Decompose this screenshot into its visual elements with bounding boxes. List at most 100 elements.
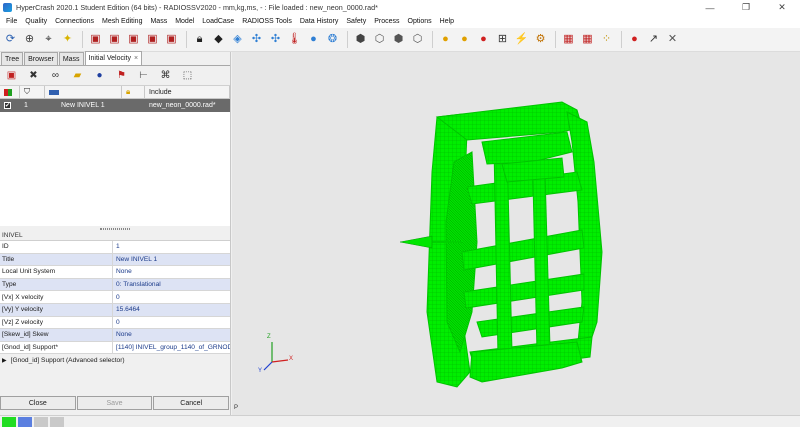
property-value[interactable]: 1: [113, 241, 230, 253]
dialog-buttons: Close Save Cancel: [0, 396, 230, 410]
menu-help[interactable]: Help: [436, 18, 458, 25]
menu-file[interactable]: File: [2, 18, 21, 25]
menu-mesh-editing[interactable]: Mesh Editing: [98, 18, 146, 25]
view-element-icon[interactable]: ▣: [125, 31, 142, 48]
fit-view-icon[interactable]: ⌖: [40, 31, 57, 48]
delete-icon[interactable]: ✖: [25, 68, 42, 84]
menu-options[interactable]: Options: [404, 18, 436, 25]
sphere-icon[interactable]: ●: [305, 31, 322, 48]
menu-model[interactable]: Model: [171, 18, 198, 25]
cube-shaded-icon[interactable]: ⬢: [352, 31, 369, 48]
tab-mass[interactable]: Mass: [58, 52, 84, 65]
left-panel: Tree Browser Mass Initial Velocity × ▣ ✖…: [0, 51, 231, 416]
binoculars-icon[interactable]: ⌘: [157, 68, 174, 84]
lightbulb-icon[interactable]: ✦: [59, 31, 76, 48]
minimize-button[interactable]: —: [692, 0, 728, 15]
dots-icon[interactable]: ⁘: [598, 31, 615, 48]
id-column-icon[interactable]: ⛉: [20, 86, 45, 98]
property-value[interactable]: 15.6464: [113, 303, 230, 316]
save-button[interactable]: Save: [76, 396, 153, 410]
title-bar: HyperCrash 2020.1 Student Edition (64 bi…: [0, 0, 800, 15]
property-value[interactable]: 0: [113, 291, 230, 303]
menu-process[interactable]: Process: [370, 18, 403, 25]
advanced-selector-row[interactable]: ▶ [Gnod_id] Support (Advanced selector): [0, 354, 230, 366]
pin-icon[interactable]: ●: [626, 31, 643, 48]
property-value[interactable]: None: [113, 266, 230, 278]
property-value[interactable]: 0: Translational: [113, 278, 230, 291]
color-column-icon[interactable]: [0, 86, 20, 98]
menu-radioss-tools[interactable]: RADIOSS Tools: [238, 18, 296, 25]
property-value[interactable]: New INIVEL 1: [113, 253, 230, 266]
menu-safety[interactable]: Safety: [342, 18, 370, 25]
graphics-viewport[interactable]: Z X Y P: [232, 52, 800, 415]
advanced-selector-label: [Gnod_id] Support (Advanced selector): [10, 356, 125, 364]
view-part-icon[interactable]: ▣: [87, 31, 104, 48]
thermometer-icon[interactable]: 🌡︎: [286, 31, 303, 48]
view-id-icon[interactable]: ▣: [163, 31, 180, 48]
title-column-icon[interactable]: [45, 86, 122, 98]
property-key: Local Unit System: [0, 266, 113, 278]
view-node-icon[interactable]: ▣: [106, 31, 123, 48]
expand-arrow-icon[interactable]: ▶: [2, 357, 7, 364]
list-item-checkbox[interactable]: ✔: [0, 99, 20, 112]
cancel-button[interactable]: Cancel: [153, 396, 230, 410]
tab-tree[interactable]: Tree: [1, 52, 24, 65]
axis-icon[interactable]: ✕: [664, 31, 681, 48]
close-button[interactable]: Close: [0, 396, 76, 410]
cycle-icon[interactable]: ❂: [324, 31, 341, 48]
zoom-icon[interactable]: ⊕: [21, 31, 38, 48]
sphere-select-icon[interactable]: ●: [91, 68, 108, 84]
grid-icon[interactable]: ⊞: [494, 31, 511, 48]
app-icon: [3, 3, 12, 12]
lock-icon[interactable]: 🔒︎: [191, 31, 208, 48]
property-key: [Skew_id] Skew: [0, 329, 113, 341]
arrow-select-icon[interactable]: ↗: [645, 31, 662, 48]
list-item[interactable]: ✔ 1 New INIVEL 1 new_neon_0000.rad*: [0, 99, 230, 112]
spotweld-icon[interactable]: ●: [437, 31, 454, 48]
status-swatch-grey[interactable]: [34, 416, 48, 427]
property-value[interactable]: 0: [113, 316, 230, 329]
spotweld-red-icon[interactable]: ●: [475, 31, 492, 48]
flag-icon[interactable]: ⚑: [113, 68, 130, 84]
include-column-header[interactable]: Include: [145, 86, 230, 98]
status-swatch-grey[interactable]: [50, 416, 64, 427]
status-swatch-green[interactable]: [2, 416, 16, 427]
cube-paint-icon[interactable]: ⬢: [390, 31, 407, 48]
menu-data-history[interactable]: Data History: [296, 18, 343, 25]
close-window-button[interactable]: ✕: [764, 0, 800, 15]
export-icon[interactable]: ⬚: [179, 68, 196, 84]
menu-loadcase[interactable]: LoadCase: [198, 18, 238, 25]
property-key: Title: [0, 253, 113, 266]
tab-initial-velocity[interactable]: Initial Velocity ×: [84, 51, 143, 65]
menu-connections[interactable]: Connections: [51, 18, 98, 25]
maximize-button[interactable]: ❐: [728, 0, 764, 15]
tab-label: Browser: [28, 55, 54, 63]
view-group-icon[interactable]: ▣: [144, 31, 161, 48]
tree-icon[interactable]: ⊢: [135, 68, 152, 84]
refresh-icon[interactable]: ⟳: [2, 31, 19, 48]
adhesive-icon[interactable]: ▦: [560, 31, 577, 48]
property-value[interactable]: None: [113, 329, 230, 341]
folder-icon[interactable]: ▰: [69, 68, 86, 84]
vehicle-mesh[interactable]: [426, 101, 603, 388]
tab-browser[interactable]: Browser: [24, 52, 58, 65]
spotweld-pair-icon[interactable]: ●: [456, 31, 473, 48]
bolt-icon[interactable]: ⚡: [513, 31, 530, 48]
close-tab-icon[interactable]: ×: [134, 55, 138, 62]
cube-wire-icon[interactable]: ⬡: [409, 31, 426, 48]
model-view: [263, 101, 603, 388]
property-value[interactable]: [1140] INIVEL_group_1140_of_GRNOD: [113, 341, 230, 354]
display-mode-icon[interactable]: ◆: [210, 31, 227, 48]
lock-column-icon[interactable]: 🔒︎: [122, 86, 145, 98]
transform-icon[interactable]: ✣: [248, 31, 265, 48]
seam-icon[interactable]: ▦: [579, 31, 596, 48]
cube-edit-icon[interactable]: ⬡: [371, 31, 388, 48]
menu-mass[interactable]: Mass: [146, 18, 171, 25]
glasses-icon[interactable]: ∞: [47, 68, 64, 84]
create-icon[interactable]: ▣: [3, 68, 20, 84]
mesh-display-icon[interactable]: ◈: [229, 31, 246, 48]
menu-quality[interactable]: Quality: [21, 18, 51, 25]
status-swatch-blue[interactable]: [18, 416, 32, 427]
rivet-icon[interactable]: ⚙: [532, 31, 549, 48]
rotate-icon[interactable]: ✣: [267, 31, 284, 48]
